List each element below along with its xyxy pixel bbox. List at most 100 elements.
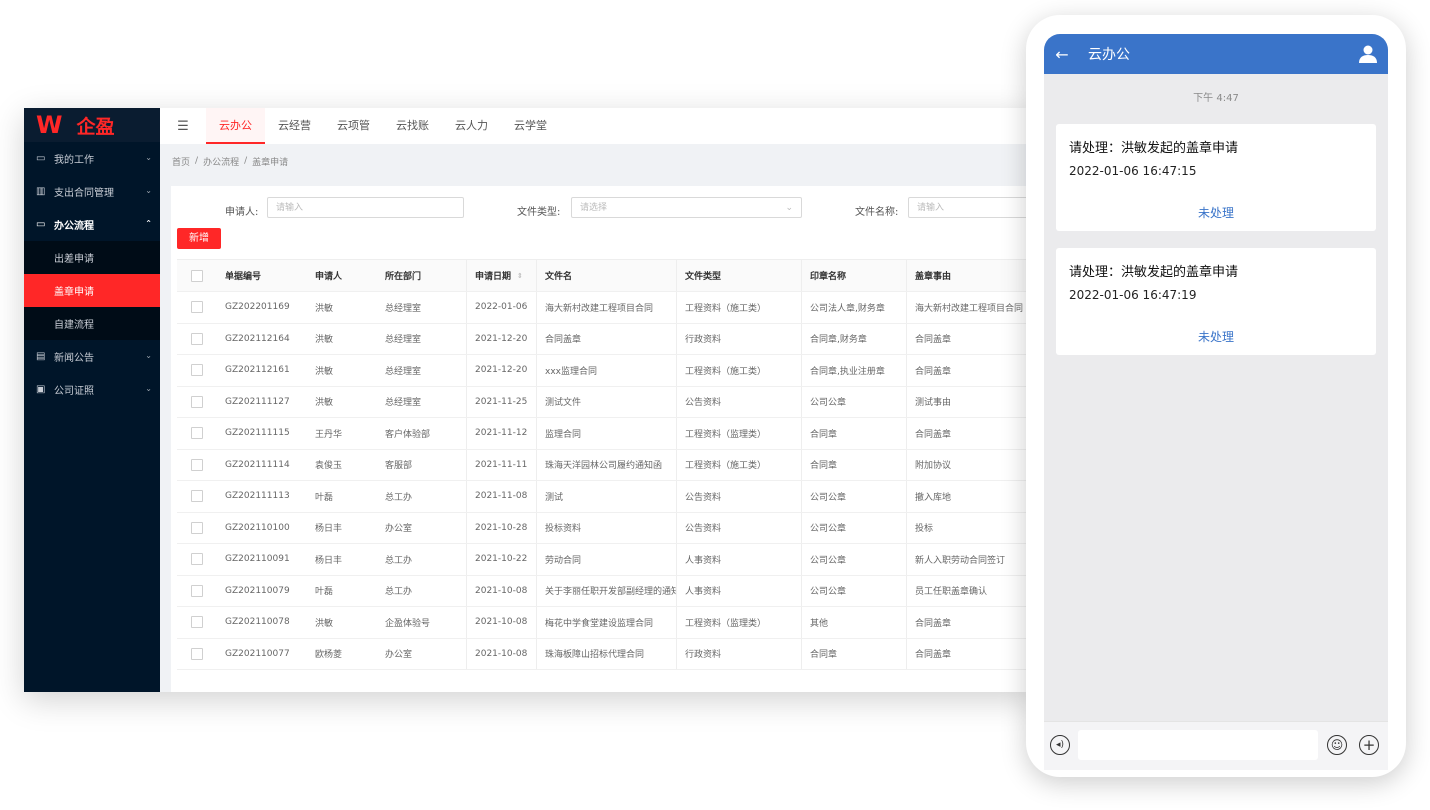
table-row[interactable]: GZ202201169 洪敏 总经理室 2022-01-06 海大新村改建工程项目合同工… — [177, 292, 1034, 324]
row-checkbox[interactable] — [191, 395, 203, 408]
row-checkbox-cell — [177, 355, 217, 386]
message-status-link[interactable]: 未处理 — [1056, 328, 1376, 345]
sidebar-item-certificates[interactable]: ▣ 公司证照 ⌄ — [24, 373, 160, 406]
message-status-link[interactable]: 未处理 — [1056, 204, 1376, 221]
table-row[interactable]: GZ202110100 杨日丰 办公室 2021-10-28 投标资料 公告资料 公司公章投… — [177, 512, 1034, 544]
table-row[interactable]: GZ202110077 欧杨菱 办公室 2021-10-08 珠海板障山招标代理合同 行政… — [177, 638, 1034, 670]
message-date: 2022-01-06 16:47:15 — [1069, 164, 1197, 178]
cell-id: GZ202111114 — [225, 459, 290, 470]
row-checkbox-cell — [177, 292, 217, 323]
cell-dept: 客服部 — [377, 449, 467, 480]
cell-seal: 公司公章 — [802, 481, 907, 512]
message-card[interactable]: 请处理：洪敏发起的盖章申请 2022-01-06 16:47:15 未处理 — [1056, 124, 1376, 231]
tab-cloud-business[interactable]: 云经营 — [265, 108, 324, 144]
sidebar-subitem-travel[interactable]: 出差申请 — [24, 241, 160, 274]
sort-icon[interactable]: ⇕ — [517, 272, 523, 280]
cell-date: 2021-10-08 — [467, 607, 537, 638]
plus-icon[interactable]: + — [1359, 735, 1379, 755]
chat-input[interactable] — [1078, 730, 1318, 760]
row-checkbox-cell — [177, 418, 217, 449]
table-row[interactable]: GZ202111127 洪敏 总经理室 2021-11-25 测试文件 公告资料 公司公章测… — [177, 386, 1034, 418]
row-checkbox-cell — [177, 450, 217, 481]
cell-seal: 合同章 — [802, 418, 907, 449]
cell-filename: 监理合同 — [537, 418, 677, 449]
cell-date: 2021-10-28 — [467, 512, 537, 543]
tab-cloud-academy[interactable]: 云学堂 — [501, 108, 560, 144]
filename-label: 文件名称: — [855, 207, 899, 218]
table-row[interactable]: GZ202112161 洪敏 总经理室 2021-12-20 xxx监理合同 工程资料（施… — [177, 355, 1034, 387]
monitor-icon: ▭ — [36, 153, 46, 164]
tab-cloud-hr[interactable]: 云人力 — [442, 108, 501, 144]
breadcrumb-office-flow[interactable]: 办公流程 — [203, 155, 239, 168]
table-row[interactable]: GZ202111113 叶磊 总工办 2021-11-08 测试 公告资料 公司公章 撤入库地 — [177, 481, 1034, 513]
voice-icon[interactable]: ◂) — [1050, 735, 1070, 755]
cell-seal: 合同章 — [802, 638, 907, 669]
seal-request-table: 单据编号 申请人 所在部门 申请日期 ⇕ 文件名 文件类型 印章名称 盖章事由 G… — [177, 259, 1034, 670]
breadcrumb-home[interactable]: 首页 — [172, 155, 190, 168]
table-body: GZ202201169 洪敏 总经理室 2022-01-06 海大新村改建工程项目合同工… — [177, 292, 1034, 670]
tab-cloud-accounting[interactable]: 云找账 — [383, 108, 442, 144]
chevron-down-icon: ⌄ — [145, 186, 152, 195]
cell-reason: 撤入库地 — [915, 492, 952, 503]
breadcrumb-current: 盖章申请 — [252, 157, 289, 168]
table-row[interactable]: GZ202110078 洪敏 企盈体验号 2021-10-08 梅花中学食堂建设监理合同… — [177, 607, 1034, 639]
applicant-input[interactable]: 请输入 — [267, 197, 464, 218]
cell-dept: 总经理室 — [377, 355, 467, 386]
row-checkbox[interactable] — [191, 490, 203, 503]
back-arrow-icon[interactable]: ← — [1044, 45, 1080, 64]
row-checkbox[interactable] — [191, 364, 203, 377]
tab-cloud-project[interactable]: 云项管 — [324, 108, 383, 144]
add-button[interactable]: 新增 — [177, 228, 221, 249]
cell-reason: 附加协议 — [915, 461, 952, 472]
cell-dept: 总经理室 — [377, 292, 467, 323]
sidebar-item-label: 支出合同管理 — [54, 188, 114, 199]
row-checkbox[interactable] — [191, 647, 203, 660]
applicant-label: 申请人: — [225, 207, 259, 218]
phone-header: ← 云办公 — [1044, 34, 1388, 74]
row-checkbox[interactable] — [191, 301, 203, 314]
message-card[interactable]: 请处理：洪敏发起的盖章申请 2022-01-06 16:47:19 未处理 — [1056, 248, 1376, 355]
row-checkbox[interactable] — [191, 458, 203, 471]
cell-filename: 劳动合同 — [537, 544, 677, 575]
row-checkbox[interactable] — [191, 427, 203, 440]
cell-filename: 测试文件 — [537, 386, 677, 417]
select-all-checkbox[interactable] — [191, 269, 203, 282]
cell-date: 2022-01-06 — [467, 292, 537, 323]
top-nav: ☰ 云办公 云经营 云项管 云找账 云人力 云学堂 — [160, 108, 1034, 144]
cell-date: 2021-11-11 — [467, 449, 537, 480]
col-header-date[interactable]: 申请日期 ⇕ — [467, 260, 537, 291]
sidebar-subitem-custom-flow[interactable]: 自建流程 — [24, 307, 160, 340]
col-header-filename: 文件名 — [537, 260, 677, 291]
cell-seal: 公司公章 — [802, 512, 907, 543]
news-icon: ▤ — [36, 351, 46, 362]
cell-id: GZ202110078 — [225, 617, 290, 628]
cell-filename: 投标资料 — [537, 512, 677, 543]
row-checkbox[interactable] — [191, 553, 203, 566]
table-row[interactable]: GZ202111115 王丹华 客户体验部 2021-11-12 监理合同 工程资料（监理… — [177, 418, 1034, 450]
sidebar-item-my-work[interactable]: ▭ 我的工作 ⌄ — [24, 142, 160, 175]
sidebar-item-news[interactable]: ▤ 新闻公告 ⌄ — [24, 340, 160, 373]
filename-input[interactable]: 请输入 — [908, 197, 1034, 218]
table-row[interactable]: GZ202112164 洪敏 总经理室 2021-12-20 合同盖章 行政资料 合同章,财… — [177, 323, 1034, 355]
row-checkbox[interactable] — [191, 584, 203, 597]
row-checkbox-cell — [177, 544, 217, 575]
cell-reason: 海大新村改建工程项目合同 — [915, 303, 1024, 314]
table-row[interactable]: GZ202110091 杨日丰 总工办 2021-10-22 劳动合同 人事资料 公司公章新… — [177, 544, 1034, 576]
cell-filetype: 人事资料 — [677, 575, 802, 606]
table-row[interactable]: GZ202110079 叶磊 总工办 2021-10-08 关于李丽任职开发部副经理的通… — [177, 575, 1034, 607]
cell-applicant: 杨日丰 — [315, 555, 343, 566]
row-checkbox[interactable] — [191, 616, 203, 629]
sidebar-item-contracts[interactable]: ▥ 支出合同管理 ⌄ — [24, 175, 160, 208]
sidebar-subitem-seal[interactable]: 盖章申请 — [24, 274, 160, 307]
table-row[interactable]: GZ202111114 袁俊玉 客服部 2021-11-11 珠海天洋园林公司履约通知函… — [177, 449, 1034, 481]
menu-fold-icon[interactable]: ☰ — [160, 119, 206, 134]
cell-dept: 总工办 — [377, 544, 467, 575]
sidebar-item-office-flow[interactable]: ▭ 办公流程 ⌃ — [24, 208, 160, 241]
user-icon[interactable] — [1358, 44, 1378, 64]
tab-cloud-office[interactable]: 云办公 — [206, 108, 265, 144]
row-checkbox[interactable] — [191, 521, 203, 534]
emoji-icon[interactable]: ☺ — [1327, 735, 1347, 755]
row-checkbox[interactable] — [191, 332, 203, 345]
cell-date: 2021-10-22 — [467, 544, 537, 575]
filetype-select[interactable]: 请选择 ⌄ — [571, 197, 802, 218]
